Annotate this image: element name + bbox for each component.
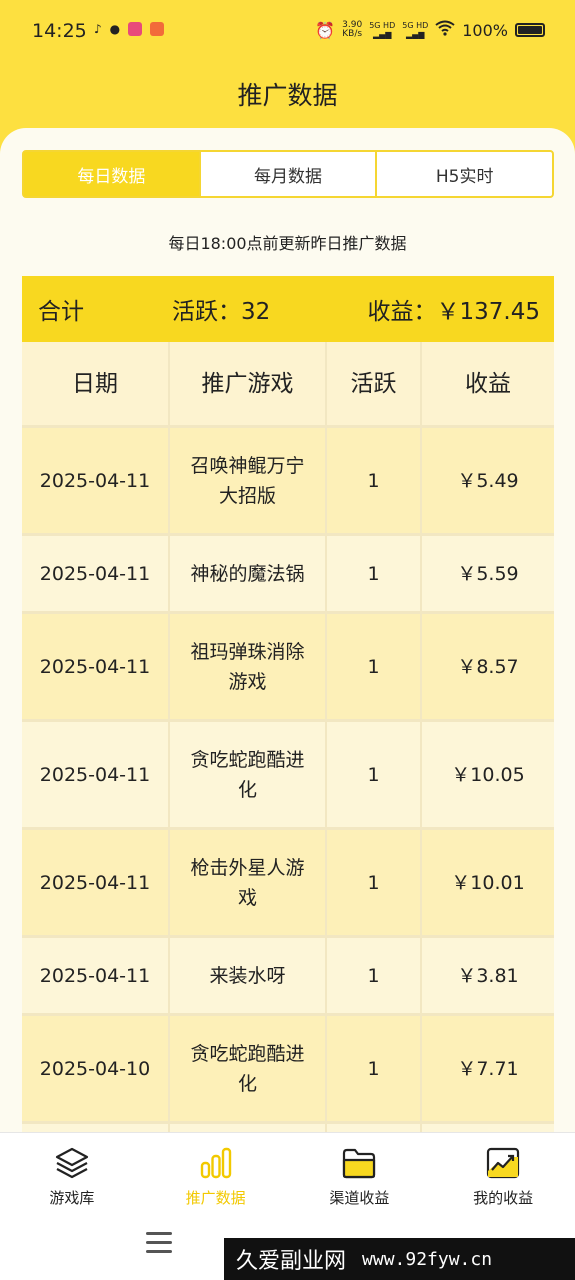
watermark-url: www.92fyw.cn bbox=[362, 1248, 493, 1270]
signal-1: 5G HD ▂▄▆ bbox=[369, 21, 396, 39]
data-table: 日期 推广游戏 活跃 收益 2025-04-11 召唤神鲲万宁大招版 1 ￥5.… bbox=[22, 342, 554, 1132]
cell-game: 来装水呀 bbox=[170, 938, 327, 1013]
cell-game: 召唤神鲲万宁大招版 bbox=[170, 428, 327, 533]
cell-earnings: ￥10.01 bbox=[451, 871, 525, 894]
wifi-icon bbox=[435, 20, 455, 40]
table-row: 2025-04-11 来装水呀 1 ￥3.81 bbox=[22, 938, 554, 1016]
cell-game: 贪吃蛇跑酷进化 bbox=[170, 722, 327, 827]
summary-earnings: 收益：￥137.45 bbox=[367, 299, 540, 325]
folder-icon bbox=[343, 1148, 376, 1179]
cell-game: 神秘的魔法锅 bbox=[170, 536, 327, 611]
wechat-icon: ● bbox=[109, 22, 121, 36]
battery-icon bbox=[515, 23, 545, 37]
battery-text: 100% bbox=[462, 20, 508, 40]
cell-date: 2025-04-11 bbox=[22, 614, 170, 719]
status-time: 14:25 bbox=[32, 20, 87, 42]
summary-active: 活跃：32 bbox=[172, 299, 271, 325]
cell-game: 枪击外星人游戏 bbox=[170, 830, 327, 935]
trend-chart-icon bbox=[487, 1147, 520, 1179]
cell-date: 2025-04-11 bbox=[22, 536, 170, 611]
cell-earnings: ￥3.81 bbox=[457, 964, 519, 987]
cell-date: 2025-04-11 bbox=[22, 938, 170, 1013]
tab-bar: 每日数据 每月数据 H5实时 bbox=[22, 150, 554, 198]
update-note: 每日18:00点前更新昨日推广数据 bbox=[168, 234, 407, 253]
tab-monthly[interactable]: 每月数据 bbox=[201, 152, 378, 196]
nav-label: 渠道收益 bbox=[329, 1189, 390, 1207]
layers-icon bbox=[55, 1147, 88, 1179]
status-bar: 14:25 ♪ ● ⏰ 3.90 KB/s 5G HD ▂▄▆ 5G HD ▂▄… bbox=[0, 0, 575, 62]
table-row: 2025-04-11 祖玛弹珠消除游戏 1 ￥8.57 bbox=[22, 614, 554, 722]
signal-bars-icon: ▂▄▆ bbox=[372, 30, 392, 39]
cell-active: 1 bbox=[327, 428, 422, 533]
app-notification-icon bbox=[128, 22, 143, 36]
nav-game-library[interactable]: 游戏库 bbox=[0, 1133, 144, 1213]
cell-date: 2025-04-11 bbox=[22, 722, 170, 827]
watermark-banner: 久爱副业网 www.92fyw.cn bbox=[224, 1238, 575, 1280]
status-right: ⏰ 3.90 KB/s 5G HD ▂▄▆ 5G HD ▂▄▆ 100% bbox=[315, 20, 545, 40]
cell-active: 1 bbox=[327, 614, 422, 719]
signal-bars-icon: ▂▄▆ bbox=[406, 30, 425, 39]
cell-earnings: ￥5.49 bbox=[457, 469, 519, 492]
cell-active: 1 bbox=[327, 722, 422, 827]
tab-h5-realtime[interactable]: H5实时 bbox=[377, 152, 552, 196]
table-row: 2025-04-11 枪击外星人游戏 1 ￥10.01 bbox=[22, 830, 554, 938]
summary-bar: 合计 活跃：32 收益：￥137.45 bbox=[22, 276, 554, 342]
cell-date: 2025-04-10 bbox=[22, 1016, 170, 1121]
cell-earnings: ￥8.57 bbox=[457, 655, 519, 678]
cell-active: 1 bbox=[327, 536, 422, 611]
cell-earnings: ￥5.59 bbox=[457, 562, 519, 585]
header-earnings: 收益 bbox=[465, 370, 511, 397]
nav-label: 我的收益 bbox=[473, 1189, 534, 1207]
nav-label: 推广数据 bbox=[185, 1189, 246, 1207]
tiktok-icon: ♪ bbox=[94, 22, 102, 36]
cell-earnings: ￥7.71 bbox=[457, 1057, 519, 1080]
header-date: 日期 bbox=[22, 342, 170, 425]
bar-chart-icon bbox=[200, 1147, 231, 1179]
table-row: 2025-04-11 贪吃蛇跑酷进化 1 ￥10.05 bbox=[22, 722, 554, 830]
watermark-text: 久爱副业网 bbox=[236, 1249, 347, 1274]
content-panel: 每日数据 每月数据 H5实时 每日18:00点前更新昨日推广数据 合计 活跃：3… bbox=[0, 128, 575, 1132]
header-game: 推广游戏 bbox=[170, 342, 327, 425]
notification-icons: ♪ ● bbox=[94, 22, 165, 36]
table-row: 2025-04-11 召唤神鲲万宁大招版 1 ￥5.49 bbox=[22, 428, 554, 536]
cell-active: 1 bbox=[327, 938, 422, 1013]
table-header: 日期 推广游戏 活跃 收益 bbox=[22, 342, 554, 428]
tab-daily[interactable]: 每日数据 bbox=[24, 152, 201, 196]
header-active: 活跃 bbox=[327, 342, 422, 425]
cell-game: 祖玛弹珠消除游戏 bbox=[170, 614, 327, 719]
nav-my-earnings[interactable]: 我的收益 bbox=[431, 1133, 575, 1213]
signal-2: 5G HD ▂▄▆ bbox=[402, 21, 429, 39]
nav-label: 游戏库 bbox=[49, 1189, 95, 1207]
nav-channel-earnings[interactable]: 渠道收益 bbox=[288, 1133, 432, 1213]
cell-active: 1 bbox=[327, 1016, 422, 1121]
summary-total-label: 合计 bbox=[38, 299, 84, 325]
bottom-nav: 游戏库 推广数据 渠道收益 我的收益 bbox=[0, 1132, 575, 1213]
table-row-partial bbox=[22, 1124, 554, 1132]
table-row: 2025-04-10 贪吃蛇跑酷进化 1 ￥7.71 bbox=[22, 1016, 554, 1124]
cell-active: 1 bbox=[327, 830, 422, 935]
app-notification-icon-2 bbox=[150, 22, 165, 36]
nav-promotion-data[interactable]: 推广数据 bbox=[144, 1133, 288, 1213]
table-row: 2025-04-11 神秘的魔法锅 1 ￥5.59 bbox=[22, 536, 554, 614]
cell-earnings: ￥10.05 bbox=[451, 763, 525, 786]
cell-game: 贪吃蛇跑酷进化 bbox=[170, 1016, 327, 1121]
cell-date: 2025-04-11 bbox=[22, 428, 170, 533]
menu-icon[interactable] bbox=[146, 1232, 172, 1256]
page-title: 推广数据 bbox=[237, 81, 338, 110]
network-speed: 3.90 KB/s bbox=[342, 20, 363, 39]
alarm-icon: ⏰ bbox=[315, 20, 336, 40]
cell-date: 2025-04-11 bbox=[22, 830, 170, 935]
